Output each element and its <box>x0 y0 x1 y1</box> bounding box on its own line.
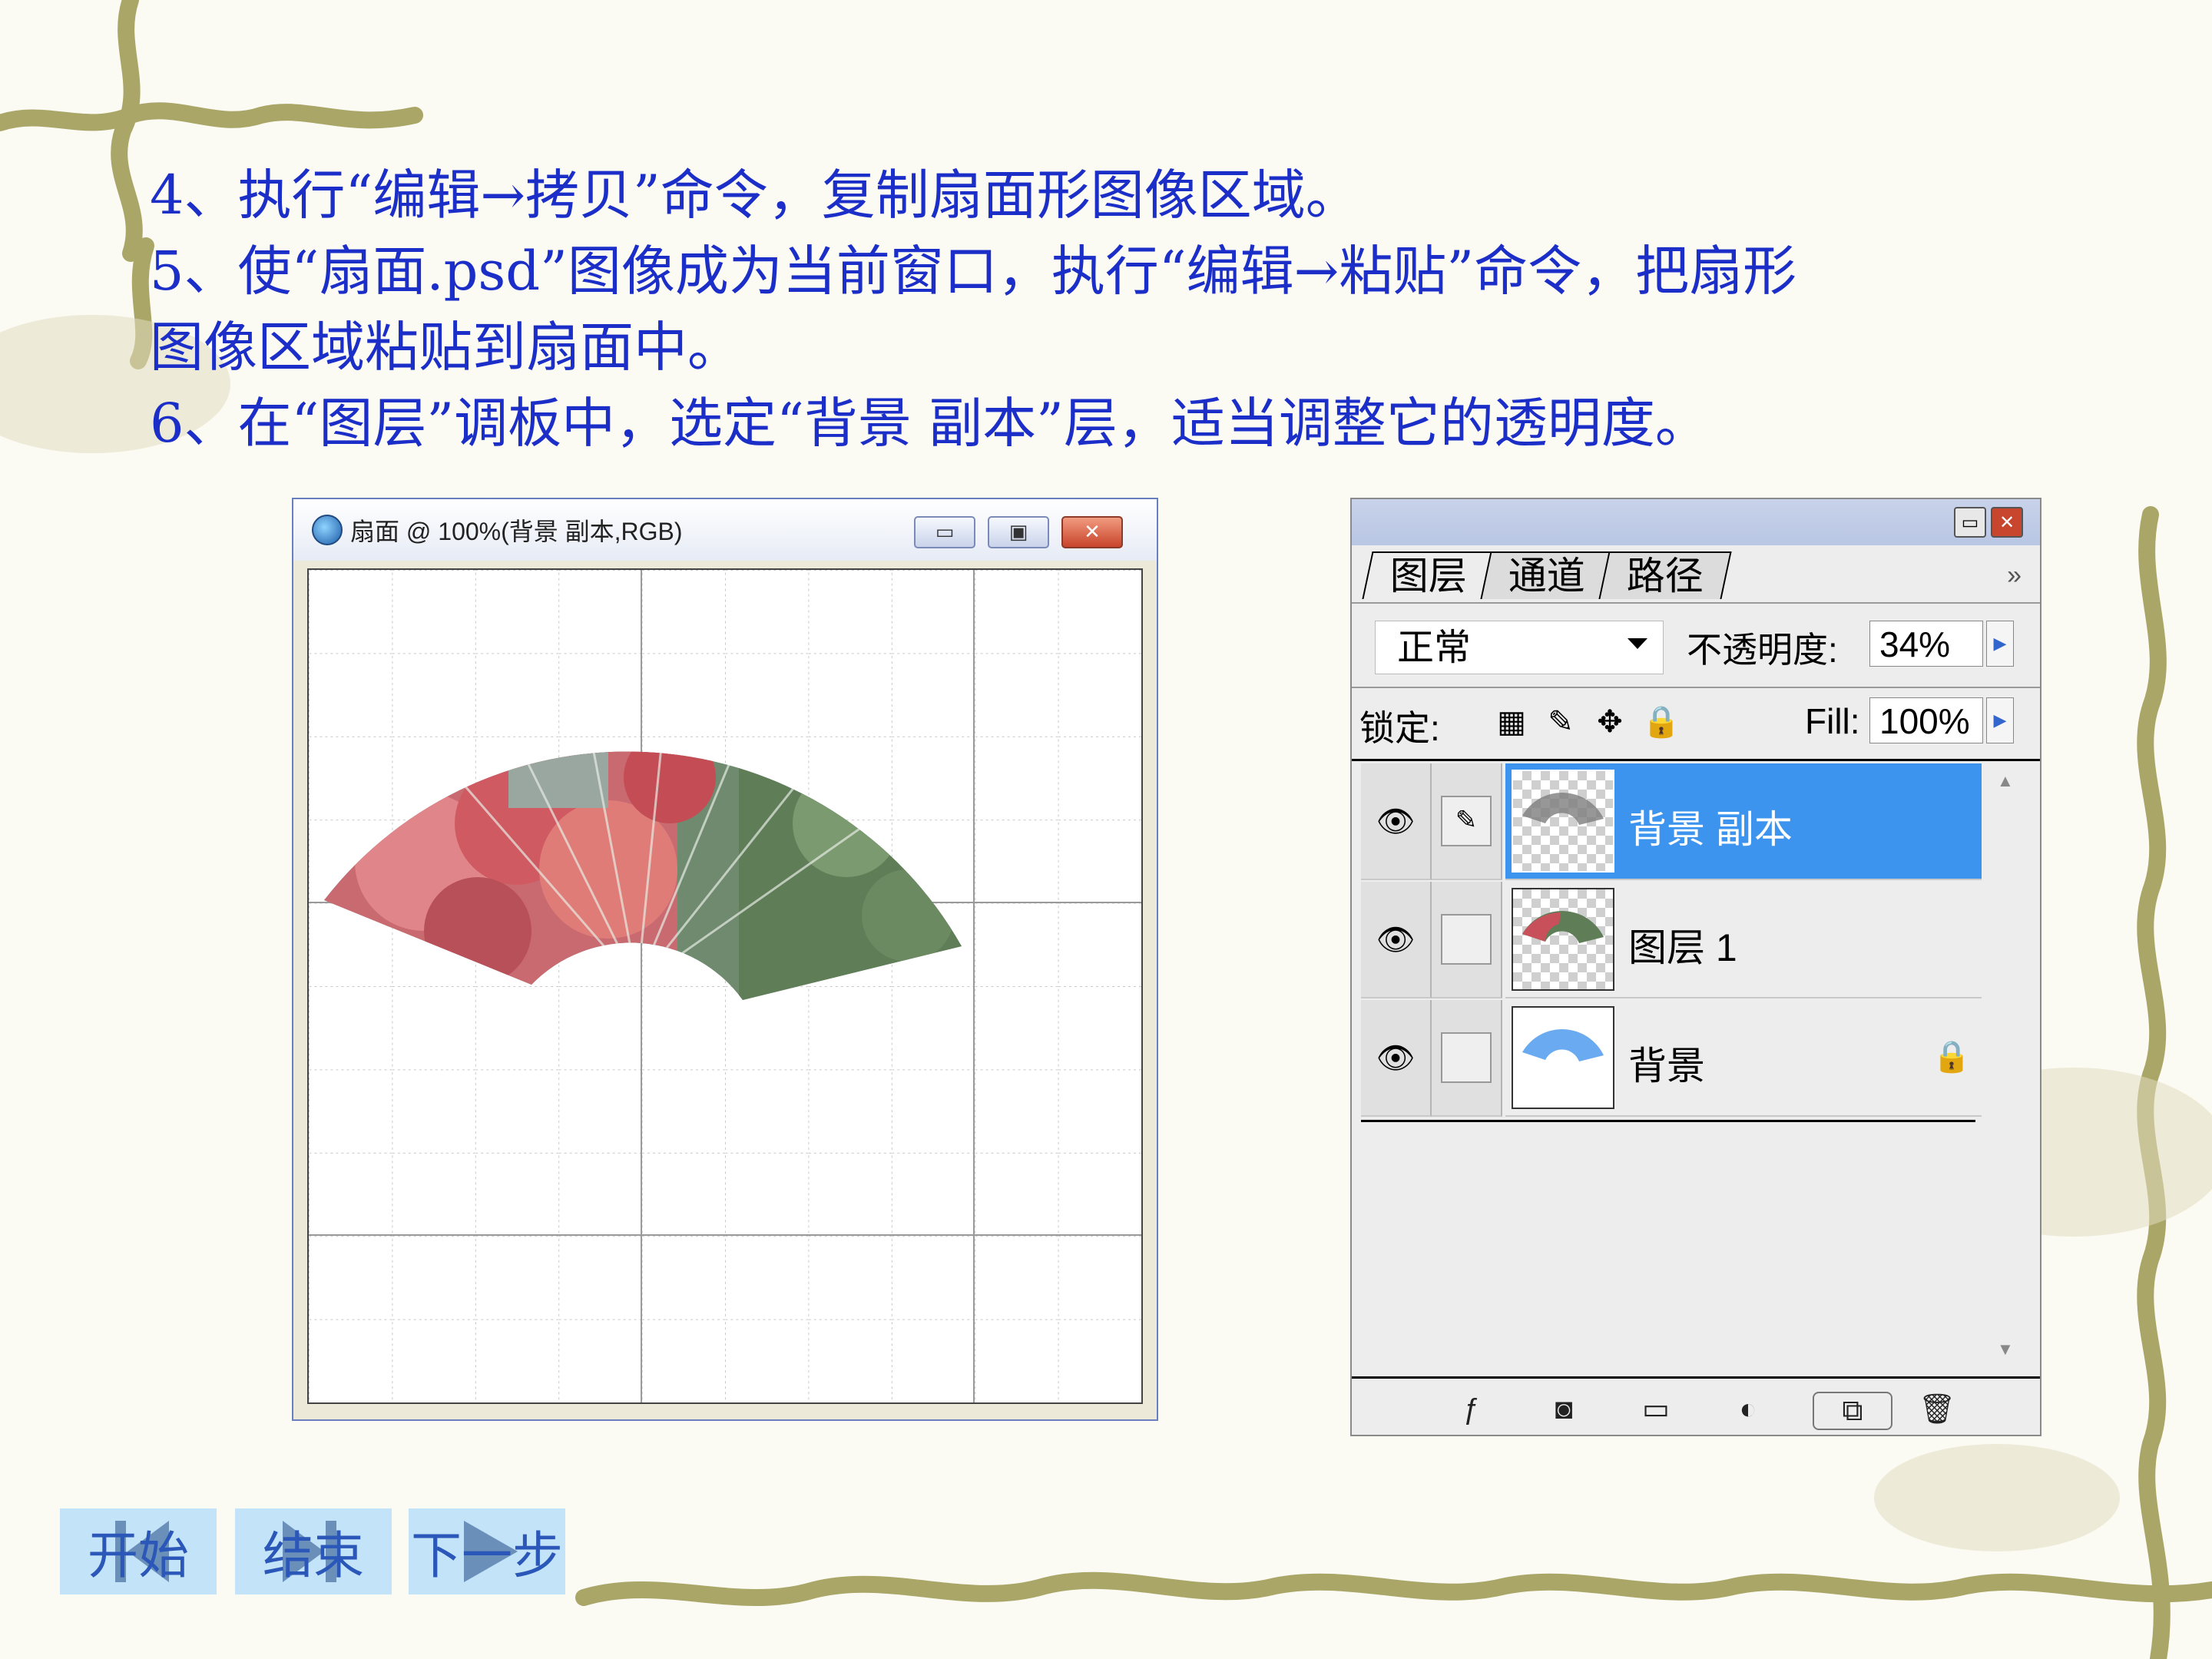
tab-channels[interactable]: 通道 <box>1480 551 1614 599</box>
lock-label: 锁定: <box>1359 708 1440 748</box>
layer-link-cell[interactable] <box>1432 1000 1502 1117</box>
instruction-line-5-cont: 图像区域粘贴到扇面中。 <box>150 316 741 379</box>
empty-link-box <box>1441 914 1492 965</box>
layer-name: 背景 <box>1628 1045 1705 1088</box>
lock-all-icon[interactable]: 🔒 <box>1642 705 1681 739</box>
end-button[interactable]: 结束 <box>235 1508 392 1594</box>
options-divider <box>1352 687 2040 688</box>
fill-input[interactable]: 100% <box>1869 697 1983 743</box>
layer-row-layer-1[interactable]: 👁 图层 1 <box>1361 882 2014 998</box>
fan-thumbnail-blue <box>1522 1029 1604 1061</box>
trash-icon[interactable]: 🗑 <box>1917 1392 1957 1427</box>
scroll-up-icon[interactable]: ▲ <box>1997 771 2014 791</box>
end-label: 结束 <box>263 1526 364 1585</box>
folder-icon[interactable]: ▭ <box>1636 1392 1676 1427</box>
layer-body[interactable]: 图层 1 <box>1505 882 1982 998</box>
eye-icon[interactable]: 👁 <box>1361 763 1432 880</box>
new-layer-icon[interactable]: ⧉ <box>1813 1392 1892 1430</box>
brush-icon: ✎ <box>1441 796 1492 846</box>
layer-style-icon[interactable]: ƒ <box>1452 1392 1492 1427</box>
layer-list-top-divider <box>1352 759 2040 761</box>
fan-thumbnail-gray <box>1522 793 1604 825</box>
layers-palette[interactable]: ▭ ✕ 图层 通道 路径 » 正常 不透明度: 34% ▶ 锁定: ▦ ✎ ✥ … <box>1350 498 2041 1436</box>
lock-position-move-icon[interactable]: ✥ <box>1593 705 1627 739</box>
palette-minimize-button[interactable]: ▭ <box>1954 507 1986 538</box>
mask-icon[interactable]: ◙ <box>1544 1392 1584 1427</box>
layer-thumbnail <box>1512 770 1614 873</box>
layer-link-cell[interactable] <box>1432 882 1502 998</box>
fill-label: Fill: <box>1805 701 1860 741</box>
instruction-line-6: 6、在“图层”调板中，选定“背景 副本”层，适当调整它的透明度。 <box>150 392 1709 455</box>
instruction-line-4: 4、执行“编辑→拷贝”命令，复制扇面形图像区域。 <box>150 164 1359 227</box>
instruction-text: 4、执行“编辑→拷贝”命令，复制扇面形图像区域。 5、使“扇面.psd”图像成为… <box>150 157 2162 462</box>
eye-icon[interactable]: 👁 <box>1361 1000 1432 1117</box>
document-title: 扇面 @ 100%(背景 副本,RGB) <box>350 518 683 545</box>
layer-thumbnail <box>1512 1006 1614 1109</box>
start-label: 开始 <box>88 1526 189 1585</box>
layer-name: 图层 1 <box>1628 926 1737 969</box>
layer-list: 👁 ✎ 背景 副本 👁 图层 1 👁 背景 🔒 <box>1361 763 2014 1117</box>
layer-thumbnail <box>1512 888 1614 991</box>
chevron-down-icon <box>1628 638 1647 649</box>
scroll-down-icon[interactable]: ▼ <box>1997 1339 2014 1359</box>
fan-thumbnail-color <box>1522 911 1604 943</box>
palette-titlebar[interactable]: ▭ ✕ <box>1352 499 2040 545</box>
document-titlebar[interactable]: 扇面 @ 100%(背景 副本,RGB) ▭ ▣ ✕ <box>293 499 1157 561</box>
maximize-button[interactable]: ▣ <box>988 516 1049 548</box>
minimize-button[interactable]: ▭ <box>914 516 975 548</box>
layer-link-cell[interactable]: ✎ <box>1432 763 1502 880</box>
eye-icon[interactable]: 👁 <box>1361 882 1432 998</box>
layer-body[interactable]: 背景 🔒 <box>1505 1000 1982 1117</box>
lock-pixels-brush-icon[interactable]: ✎ <box>1544 705 1578 739</box>
layer-body[interactable]: 背景 副本 <box>1505 763 1982 880</box>
opacity-input[interactable]: 34% <box>1869 621 1983 667</box>
palette-close-button[interactable]: ✕ <box>1991 507 2023 538</box>
footer-divider <box>1352 1376 2040 1379</box>
layer-list-scrollbar[interactable]: ▲ <box>1986 763 2023 1106</box>
layer-row-background-copy[interactable]: 👁 ✎ 背景 副本 <box>1361 763 2014 880</box>
palette-menu-icon[interactable]: » <box>2007 561 2022 591</box>
layer-name: 背景 副本 <box>1628 808 1793 851</box>
layer-list-bottom-line <box>1361 1120 1975 1122</box>
lock-icon: 🔒 <box>1932 1040 1971 1074</box>
next-button[interactable]: 下一步 <box>409 1508 565 1594</box>
blend-mode-value: 正常 <box>1397 628 1472 668</box>
canvas-drawing <box>309 570 1141 1402</box>
fill-slider-arrow-icon[interactable]: ▶ <box>1986 697 2014 743</box>
image-canvas[interactable] <box>307 568 1143 1404</box>
instruction-line-5: 5、使“扇面.psd”图像成为当前窗口，执行“编辑→粘贴”命令，把扇形 <box>150 240 1797 303</box>
palette-footer: ƒ ◙ ▭ ◐ ⧉ 🗑 <box>1352 1382 2040 1433</box>
tab-paths[interactable]: 路径 <box>1598 551 1732 599</box>
palette-tabs: 图层 通道 路径 <box>1362 551 1732 601</box>
start-button[interactable]: 开始 <box>60 1508 217 1594</box>
tab-divider <box>1352 602 2040 604</box>
close-button[interactable]: ✕ <box>1061 516 1123 548</box>
blend-mode-select[interactable]: 正常 <box>1375 621 1664 674</box>
empty-link-box <box>1441 1032 1492 1083</box>
lock-transparency-icon[interactable]: ▦ <box>1495 705 1528 739</box>
opacity-label: 不透明度: <box>1687 630 1838 670</box>
tab-layers[interactable]: 图层 <box>1362 551 1495 599</box>
opacity-slider-arrow-icon[interactable]: ▶ <box>1986 621 2014 667</box>
next-label: 下一步 <box>411 1526 563 1585</box>
adjustment-icon[interactable]: ◐ <box>1728 1392 1768 1427</box>
photoshop-doc-icon <box>312 515 343 545</box>
layer-row-background[interactable]: 👁 背景 🔒 <box>1361 1000 2014 1117</box>
document-window[interactable]: 扇面 @ 100%(背景 副本,RGB) ▭ ▣ ✕ <box>292 498 1158 1421</box>
